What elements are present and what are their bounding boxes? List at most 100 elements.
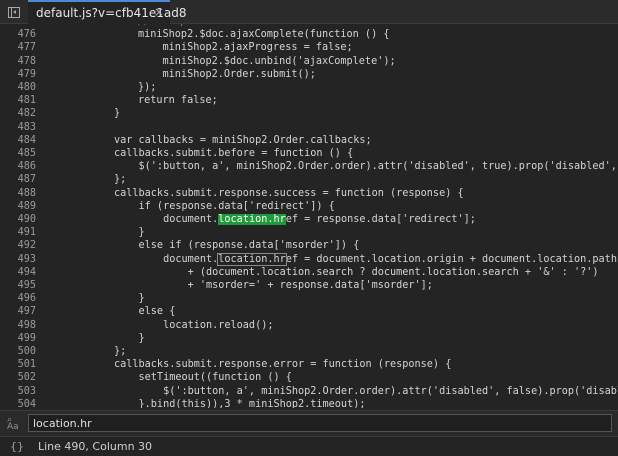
code-line[interactable]: 480}); xyxy=(0,81,618,94)
code-line[interactable]: 478 miniShop2.$doc.unbind('ajaxComplete'… xyxy=(0,55,618,68)
code-text: location.reload(); xyxy=(114,319,274,331)
line-number[interactable]: 484 xyxy=(0,134,36,147)
code-line[interactable]: 499 } xyxy=(0,332,618,345)
code-text: }; xyxy=(114,346,127,357)
line-number[interactable]: 486 xyxy=(0,160,36,173)
editor-tab-bar: default.js?v=cfb41e1ad8 × xyxy=(0,0,618,24)
line-number[interactable]: 491 xyxy=(0,226,36,239)
toggle-navigator-button[interactable] xyxy=(6,4,22,20)
line-number[interactable]: 483 xyxy=(0,121,36,134)
code-text: miniShop2.$doc.unbind('ajaxComplete'); xyxy=(138,55,396,67)
line-number[interactable]: 497 xyxy=(0,305,36,318)
code-text: else if (response.data['msorder']) { xyxy=(114,240,360,252)
line-number[interactable]: 481 xyxy=(0,94,36,107)
line-number[interactable]: 476 xyxy=(0,28,36,41)
case-sensitive-icon[interactable]: ⌕ Aa xyxy=(7,416,19,432)
code-text: miniShop2.$doc.ajaxComplete(function () … xyxy=(138,29,390,41)
code-text: } xyxy=(114,332,145,344)
code-text: callbacks.submit.response.success = func… xyxy=(114,187,464,199)
line-number[interactable]: 495 xyxy=(0,279,36,292)
line-number[interactable]: 493 xyxy=(0,253,36,266)
line-number[interactable]: 490 xyxy=(0,213,36,226)
code-line[interactable]: 490 document.location.href = response.da… xyxy=(0,213,618,226)
code-line[interactable]: 495 + 'msorder=' + response.data['msorde… xyxy=(0,279,618,292)
code-line[interactable]: 481 return false; xyxy=(0,94,618,107)
code-text: $(':button, a', miniShop2.Order.order).a… xyxy=(114,161,618,173)
line-number[interactable]: 488 xyxy=(0,187,36,200)
code-line[interactable]: 498 location.reload(); xyxy=(0,319,618,332)
code-line[interactable]: 492 else if (response.data['msorder']) { xyxy=(0,239,618,252)
code-line[interactable]: 482} xyxy=(0,107,618,120)
code-line[interactable]: 483 xyxy=(0,121,618,134)
line-number[interactable]: 478 xyxy=(0,55,36,68)
code-text: $(':button, a', miniShop2.Order.order).a… xyxy=(163,385,618,397)
line-number[interactable]: 487 xyxy=(0,173,36,186)
line-number[interactable]: 489 xyxy=(0,200,36,213)
line-number[interactable]: 496 xyxy=(0,292,36,305)
code-line[interactable]: 489 if (response.data['redirect']) { xyxy=(0,200,618,213)
code-line[interactable]: 494 + (document.location.search ? docume… xyxy=(0,266,618,279)
status-bar: {} Line 490, Column 30 xyxy=(0,436,618,456)
code-line[interactable]: 477 miniShop2.ajaxProgress = false; xyxy=(0,41,618,54)
code-text: document.location.href = document.locati… xyxy=(114,252,618,266)
code-text: } xyxy=(114,108,121,120)
code-line[interactable]: 503 $(':button, a', miniShop2.Order.orde… xyxy=(0,385,618,398)
code-text: callbacks.submit.response.error = functi… xyxy=(114,359,452,371)
code-text: callbacks.submit.before = function () { xyxy=(114,148,354,159)
editor-tab-default-js[interactable]: default.js?v=cfb41e1ad8 × xyxy=(28,0,186,24)
code-text: + 'msorder=' + response.data['msorder']; xyxy=(114,280,433,291)
line-number[interactable]: 500 xyxy=(0,345,36,358)
code-text: else { xyxy=(114,306,176,318)
line-number[interactable]: 485 xyxy=(0,147,36,160)
code-line[interactable]: 476 miniShop2.$doc.ajaxComplete(function … xyxy=(0,28,618,41)
code-line[interactable]: 491 } xyxy=(0,226,618,239)
code-text: miniShop2.ajaxProgress = false; xyxy=(138,42,353,54)
cursor-position: Line 490, Column 30 xyxy=(38,440,153,453)
code-editor[interactable]: 475//noinspection JSUnresolvedFunction47… xyxy=(0,24,618,408)
code-text: var callbacks = miniShop2.Order.callback… xyxy=(114,134,372,146)
code-line[interactable]: 479 miniShop2.Order.submit(); xyxy=(0,68,618,81)
code-text: return false; xyxy=(138,95,218,107)
pretty-print-icon[interactable]: {} xyxy=(10,440,24,453)
line-number[interactable]: 501 xyxy=(0,358,36,371)
code-text: + (document.location.search ? document.l… xyxy=(114,266,599,278)
line-number[interactable]: 492 xyxy=(0,239,36,252)
line-number[interactable]: 498 xyxy=(0,319,36,332)
code-text: }.bind(this)),3 * miniShop2.timeout); xyxy=(114,398,366,408)
line-number[interactable]: 494 xyxy=(0,266,36,279)
line-number[interactable]: 504 xyxy=(0,398,36,408)
code-line[interactable]: 500}; xyxy=(0,345,618,358)
line-number[interactable]: 499 xyxy=(0,332,36,345)
line-number[interactable]: 480 xyxy=(0,81,36,94)
code-line[interactable]: 493 document.location.href = document.lo… xyxy=(0,252,618,266)
code-line[interactable]: 487}; xyxy=(0,173,618,186)
code-text: }; xyxy=(114,174,127,186)
code-line[interactable]: 504 }.bind(this)),3 * miniShop2.timeout)… xyxy=(0,398,618,408)
code-line[interactable]: 488 callbacks.submit.response.success = f… xyxy=(0,187,618,200)
code-text: setTimeout((function () { xyxy=(114,372,292,384)
tab-close-icon[interactable]: × xyxy=(154,5,164,19)
code-text: } xyxy=(114,227,145,239)
search-match: location.hr xyxy=(218,214,286,225)
code-line[interactable]: 497 else { xyxy=(0,305,618,318)
line-number[interactable]: 482 xyxy=(0,107,36,120)
code-line[interactable]: 485 callbacks.submit.before = function ()… xyxy=(0,147,618,160)
code-line[interactable]: 484 var callbacks = miniShop2.Order.callb… xyxy=(0,134,618,147)
code-text: miniShop2.Order.submit(); xyxy=(138,68,316,80)
code-text: }); xyxy=(138,82,157,93)
line-number[interactable]: 477 xyxy=(0,41,36,54)
search-match: location.hr xyxy=(217,252,287,266)
code-line[interactable]: 502 setTimeout((function () { xyxy=(0,371,618,384)
line-number[interactable]: 479 xyxy=(0,68,36,81)
line-number[interactable]: 503 xyxy=(0,385,36,398)
code-text: if (response.data['redirect']) { xyxy=(114,200,335,212)
code-text: } xyxy=(114,293,145,305)
line-number[interactable]: 502 xyxy=(0,371,36,384)
code-line[interactable]: 486 $(':button, a', miniShop2.Order.orde… xyxy=(0,160,618,173)
code-text: document.location.href = response.data['… xyxy=(114,214,476,225)
code-line[interactable]: 501 callbacks.submit.response.error = fun… xyxy=(0,358,618,371)
code-line[interactable]: 496 } xyxy=(0,292,618,305)
sources-panel: default.js?v=cfb41e1ad8 × 475//noinspect… xyxy=(0,0,618,456)
search-input[interactable] xyxy=(28,414,612,432)
search-bar: ⌕ Aa xyxy=(0,410,618,436)
